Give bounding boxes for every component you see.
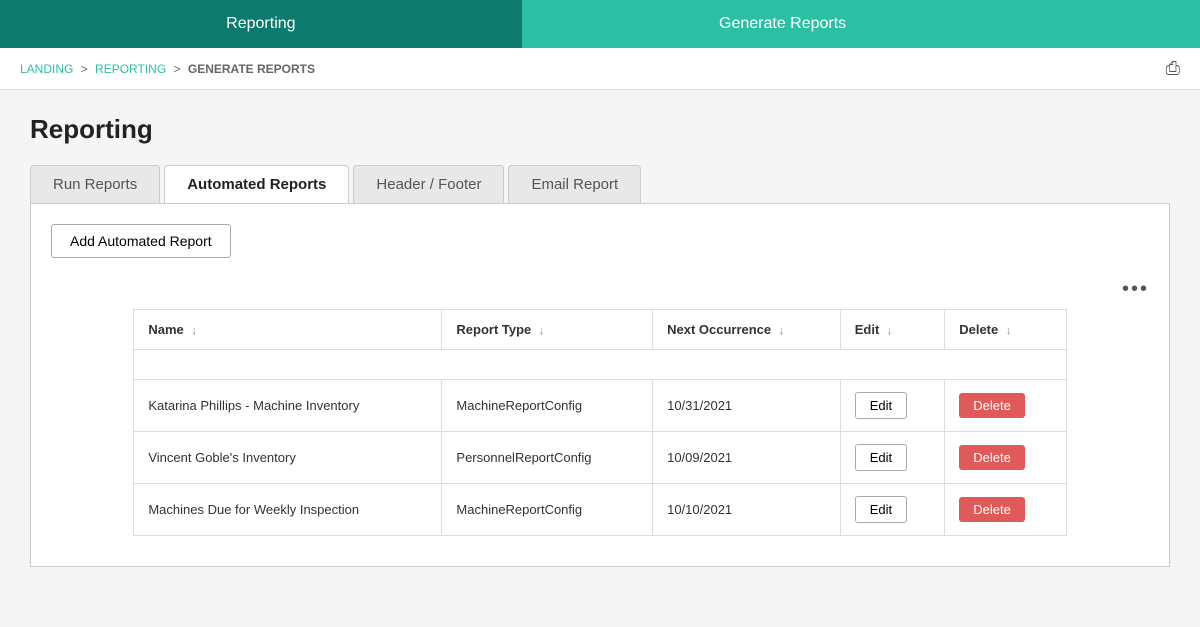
nav-right-spacer	[1043, 0, 1200, 48]
three-dots-menu[interactable]: •••	[51, 278, 1149, 301]
tab-header-footer[interactable]: Header / Footer	[353, 165, 504, 203]
breadcrumb-bar: LANDING > REPORTING > GENERATE REPORTS ⎙	[0, 48, 1200, 90]
breadcrumb-current: GENERATE REPORTS	[188, 62, 315, 76]
sort-arrow-delete[interactable]: ↓	[1006, 325, 1012, 337]
delete-button[interactable]: Delete	[959, 497, 1025, 522]
edit-button[interactable]: Edit	[855, 444, 907, 471]
sort-arrow-report-type[interactable]: ↓	[539, 325, 545, 337]
nav-item-reporting[interactable]: Reporting	[0, 0, 522, 48]
delete-button[interactable]: Delete	[959, 393, 1025, 418]
sort-arrow-name[interactable]: ↓	[191, 325, 197, 337]
tabs-container: Run Reports Automated Reports Header / F…	[30, 165, 1170, 203]
cell-name: Katarina Phillips - Machine Inventory	[134, 380, 442, 432]
col-header-next-occurrence: Next Occurrence ↓	[653, 310, 841, 350]
table-row: Machines Due for Weekly InspectionMachin…	[134, 484, 1066, 536]
cell-report-type: MachineReportConfig	[442, 484, 653, 536]
empty-spacer-row	[134, 350, 1066, 380]
breadcrumb-reporting[interactable]: REPORTING	[95, 62, 166, 76]
breadcrumb-sep-2: >	[174, 62, 181, 76]
cell-edit: Edit	[840, 432, 944, 484]
sort-arrow-next-occurrence[interactable]: ↓	[779, 325, 785, 337]
table-row: Katarina Phillips - Machine InventoryMac…	[134, 380, 1066, 432]
cell-report-type: PersonnelReportConfig	[442, 432, 653, 484]
delete-button[interactable]: Delete	[959, 445, 1025, 470]
col-header-name: Name ↓	[134, 310, 442, 350]
edit-button[interactable]: Edit	[855, 496, 907, 523]
nav-item-generate-reports[interactable]: Generate Reports	[522, 0, 1044, 48]
cell-next-occurrence: 10/31/2021	[653, 380, 841, 432]
tab-automated-reports[interactable]: Automated Reports	[164, 165, 349, 203]
bookmark-icon[interactable]: ⎙	[1166, 58, 1180, 79]
reports-table: Name ↓ Report Type ↓ Next Occurrence ↓ E…	[133, 309, 1066, 536]
sort-arrow-edit[interactable]: ↓	[887, 325, 893, 337]
breadcrumb-sep-1: >	[81, 62, 88, 76]
cell-delete: Delete	[945, 380, 1066, 432]
nav-label-reporting: Reporting	[226, 15, 295, 33]
table-row: Vincent Goble's InventoryPersonnelReport…	[134, 432, 1066, 484]
cell-edit: Edit	[840, 484, 944, 536]
col-header-edit: Edit ↓	[840, 310, 944, 350]
cell-next-occurrence: 10/09/2021	[653, 432, 841, 484]
col-header-report-type: Report Type ↓	[442, 310, 653, 350]
page-title: Reporting	[30, 114, 1170, 145]
top-nav: Reporting Generate Reports	[0, 0, 1200, 48]
tab-run-reports[interactable]: Run Reports	[30, 165, 160, 203]
cell-delete: Delete	[945, 484, 1066, 536]
tab-panel-automated-reports: Add Automated Report ••• Name ↓ Report T…	[30, 203, 1170, 567]
edit-button[interactable]: Edit	[855, 392, 907, 419]
breadcrumb-landing[interactable]: LANDING	[20, 62, 73, 76]
cell-name: Vincent Goble's Inventory	[134, 432, 442, 484]
breadcrumb: LANDING > REPORTING > GENERATE REPORTS	[20, 62, 315, 76]
cell-report-type: MachineReportConfig	[442, 380, 653, 432]
col-header-delete: Delete ↓	[945, 310, 1066, 350]
cell-name: Machines Due for Weekly Inspection	[134, 484, 442, 536]
cell-next-occurrence: 10/10/2021	[653, 484, 841, 536]
cell-edit: Edit	[840, 380, 944, 432]
cell-delete: Delete	[945, 432, 1066, 484]
main-content: Reporting Run Reports Automated Reports …	[0, 90, 1200, 591]
nav-label-generate-reports: Generate Reports	[719, 15, 846, 33]
tab-email-report[interactable]: Email Report	[508, 165, 641, 203]
add-automated-report-button[interactable]: Add Automated Report	[51, 224, 231, 258]
